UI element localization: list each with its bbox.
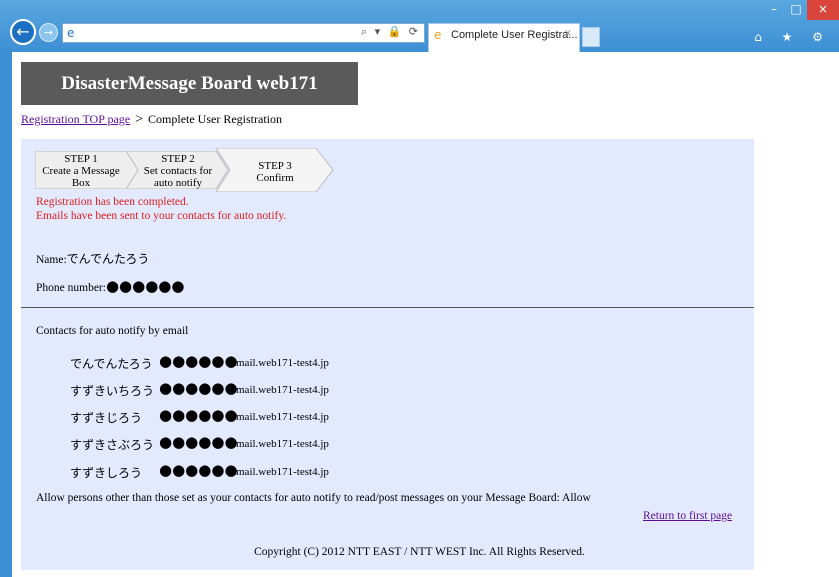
breadcrumb: Registration TOP page > Complete User Re… [21,112,282,128]
address-tools-icons[interactable]: ⌕ ▾ 🔒 ⟳ [361,25,420,39]
phone-value-masked: ●●●●●● [105,277,185,295]
step-2-number: STEP 2 [161,153,195,165]
breadcrumb-separator: > [135,112,144,127]
step-1: STEP 1 Create a Message Box [35,151,140,189]
browser-chrome: – □ × ← → e ⌕ ▾ 🔒 ⟳ e Complete User Regi… [0,0,839,52]
back-button[interactable]: ← [10,19,36,45]
contact-name: すずきしろう [70,466,143,480]
contact-name: すずきさぶろう [70,438,155,452]
copyright-footer: Copyright (C) 2012 NTT EAST / NTT WEST I… [254,546,585,558]
contact-email-domain: mail.web171-test4.jp [236,384,329,396]
address-bar[interactable]: e ⌕ ▾ 🔒 ⟳ [62,23,425,43]
contact-email-domain: mail.web171-test4.jp [236,466,329,478]
tab-title: Complete User Registra... [451,29,578,41]
new-tab-button[interactable] [582,27,600,47]
page-banner: DisasterMessage Board web171 [21,62,358,105]
return-to-first-page-link[interactable]: Return to first page [643,510,732,522]
contact-name: すずきいちろう [70,384,155,398]
allow-others-setting: Allow persons other than those set as yo… [36,492,591,504]
step-1-title: Create a Message [42,165,120,177]
contact-email-domain: mail.web171-test4.jp [236,357,329,369]
emails-sent-message: Emails have been sent to your contacts f… [36,210,287,222]
contacts-title: Contacts for auto notify by email [36,325,189,337]
contact-email-masked: ●●●●●● [159,379,238,397]
contact-email-masked: ●●●●●● [159,461,238,479]
ie-tab-icon: e [434,28,442,42]
maximize-button[interactable]: □ [786,0,806,20]
step-2-title-2: auto notify [154,177,202,189]
contact-email-domain: mail.web171-test4.jp [236,438,329,450]
contact-name: でんでんたろう [70,357,153,371]
step-3-title: Confirm [256,172,294,184]
name-label: Name: [36,254,67,266]
breadcrumb-current: Complete User Registration [148,112,282,126]
contact-email-masked: ●●●●●● [159,433,238,451]
phone-label: Phone number: [36,282,106,294]
minimize-button[interactable]: – [763,0,785,20]
contact-email-masked: ●●●●●● [159,352,238,370]
name-value: でんでんたろう [66,252,150,266]
step-3: STEP 3 Confirm [216,148,336,192]
name-row: Name:でんでんたろう [36,250,149,267]
tab-complete-user-registration[interactable]: e Complete User Registra... × [428,23,580,52]
step-2-title: Set contacts for [143,165,213,177]
registration-top-link[interactable]: Registration TOP page [21,112,130,126]
contact-email-masked: ●●●●●● [159,406,238,424]
step-3-number: STEP 3 [258,160,292,172]
window-left-border [0,52,12,577]
close-window-button[interactable]: × [807,0,839,20]
step-1-number: STEP 1 [64,153,98,165]
tab-close-icon[interactable]: × [564,28,572,39]
forward-button[interactable]: → [39,23,58,42]
step-1-title-2: Box [71,177,91,189]
ie-favicon-icon: e [67,26,75,40]
toolbar-home-favorites-settings-icons[interactable]: ⌂ ★ ⚙ [754,30,831,44]
step-2: STEP 2 Set contacts for auto notify [126,151,229,189]
contact-email-domain: mail.web171-test4.jp [236,411,329,423]
phone-row: Phone number:●●●●●● [36,277,184,295]
registration-complete-message: Registration has been completed. [36,196,189,208]
section-divider [21,307,754,308]
contact-name: すずきじろう [70,411,143,425]
